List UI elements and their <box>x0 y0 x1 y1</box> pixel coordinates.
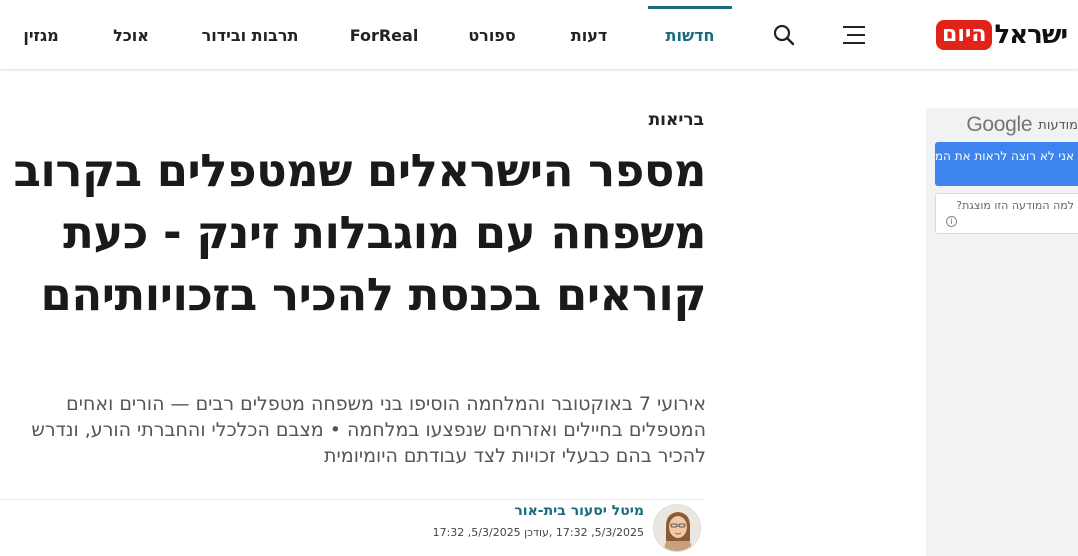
nav-item-news[interactable]: חדשות <box>648 0 732 70</box>
divider <box>0 499 704 500</box>
author-name-link[interactable]: מיטל יסעור בית-אור <box>420 503 644 519</box>
why-this-ad-button[interactable]: למה המודעה הזו מוצגת? i <box>935 193 1078 234</box>
hamburger-menu-icon[interactable] <box>841 22 867 48</box>
article-subtitle: אירועי 7 באוקטובר והמלחמה הוסיפו בני משפ… <box>31 393 706 467</box>
info-icon: i <box>946 216 957 227</box>
top-navigation-bar: ישראל היום חדשות דעות ספורט ForReal תרבו… <box>0 0 1078 70</box>
logo-badge: היום <box>936 20 993 50</box>
why-this-ad-label: למה המודעה הזו מוצגת? <box>956 199 1074 212</box>
search-icon[interactable] <box>771 22 797 48</box>
article-headline: מספר הישראלים שמטפלים בקרוב משפחה עם מוג… <box>13 144 706 321</box>
nav-item-forreal[interactable]: ForReal <box>346 0 422 70</box>
article-category[interactable]: בריאות <box>560 110 704 130</box>
stop-seeing-ad-button[interactable]: אני לא רוצה לראות את המודעה הזו <box>935 142 1078 186</box>
publish-date: 5/3/2025, 17:32 ,עודכן 5/3/2025, 17:32 <box>432 526 644 539</box>
nav-item-opinions[interactable]: דעות <box>561 0 617 70</box>
nav-item-sport[interactable]: ספורט <box>461 0 523 70</box>
logo-text: ישראל <box>994 20 1068 50</box>
author-avatar[interactable] <box>653 504 701 552</box>
nav-item-food[interactable]: אוכל <box>106 0 156 70</box>
google-logo: Google <box>966 113 1033 136</box>
nav-item-culture[interactable]: תרבות ובידור <box>196 0 304 70</box>
ad-header: מודעות Google <box>950 112 1078 138</box>
ads-label: מודעות <box>1038 117 1078 133</box>
israel-hayom-logo[interactable]: ישראל היום <box>936 18 1068 52</box>
nav-item-magazine[interactable]: מגזין <box>14 0 68 70</box>
